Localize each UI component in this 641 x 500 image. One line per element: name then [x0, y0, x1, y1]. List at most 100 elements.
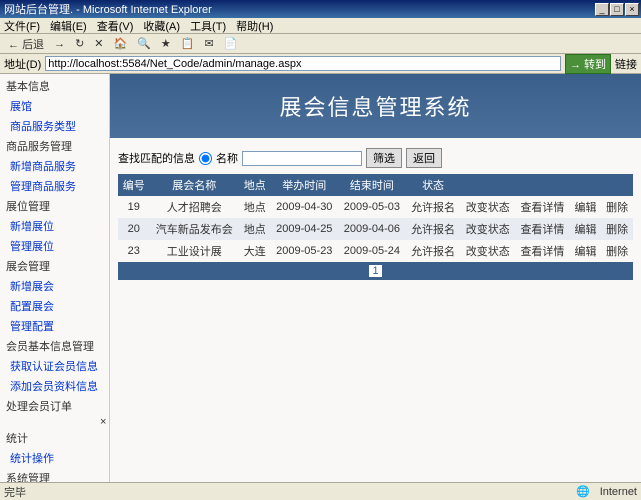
table-header: 举办时间: [271, 174, 339, 196]
sidebar-group[interactable]: 展位管理: [0, 196, 109, 216]
filter-label: 查找匹配的信息: [118, 150, 195, 166]
table-cell-end[interactable]: 2009-05-24: [338, 240, 406, 262]
table-row: 20汽车新品发布会地点2009-04-252009-04-06允许报名改变状态查…: [118, 218, 633, 240]
table-header: 结束时间: [338, 174, 406, 196]
table-cell-id: 20: [118, 218, 150, 240]
sidebar-link[interactable]: 获取认证会员信息: [0, 356, 109, 376]
table-cell-start[interactable]: 2009-04-25: [271, 218, 339, 240]
sidebar-link[interactable]: 展馆: [0, 96, 109, 116]
sidebar-link[interactable]: 添加会员资料信息: [0, 376, 109, 396]
table-cell-name: 人才招聘会: [150, 196, 239, 218]
table-header: 编号: [118, 174, 150, 196]
mail-icon[interactable]: ✉: [200, 36, 217, 51]
main-panel: 展会信息管理系统 查找匹配的信息 名称 筛选 返回 编号展会名称地点举办时间结束…: [110, 74, 641, 482]
content-area: 基本信息展馆商品服务类型商品服务管理新增商品服务管理商品服务展位管理新增展位管理…: [0, 74, 641, 482]
menu-file[interactable]: 文件(F): [4, 18, 40, 34]
sidebar-link[interactable]: 统计操作: [0, 448, 109, 468]
table-header: [515, 174, 570, 196]
zone-label: Internet: [600, 486, 637, 498]
forward-button[interactable]: →: [50, 37, 69, 51]
table-action-a2[interactable]: 改变状态: [460, 240, 515, 262]
table-cell-end[interactable]: 2009-05-03: [338, 196, 406, 218]
table-header: [460, 174, 515, 196]
status-bar: 完毕 🌐 Internet: [0, 482, 641, 500]
window-controls: _ □ ×: [595, 3, 639, 16]
table-header-row: 编号展会名称地点举办时间结束时间状态: [118, 174, 633, 196]
sidebar-link[interactable]: 管理商品服务: [0, 176, 109, 196]
table-row: 23工业设计展大连2009-05-232009-05-24允许报名改变状态查看详…: [118, 240, 633, 262]
close-button[interactable]: ×: [625, 3, 639, 16]
table-cell-start[interactable]: 2009-04-30: [271, 196, 339, 218]
favorites-icon[interactable]: ★: [157, 36, 175, 51]
toolbar: ← 后退 → ↻ ✕ 🏠 🔍 ★ 📋 ✉ 📄: [0, 34, 641, 54]
table-cell-id: 19: [118, 196, 150, 218]
table-action-a3[interactable]: 查看详情: [515, 240, 570, 262]
table-header: [570, 174, 602, 196]
sidebar-close-icon[interactable]: ×: [0, 416, 110, 428]
sidebar-group[interactable]: 展会管理: [0, 256, 109, 276]
sidebar-link[interactable]: 新增展位: [0, 216, 109, 236]
minimize-button[interactable]: _: [595, 3, 609, 16]
menu-favorites[interactable]: 收藏(A): [143, 18, 180, 34]
table-action-a5[interactable]: 删除: [601, 218, 633, 240]
table-header: [601, 174, 633, 196]
data-table: 编号展会名称地点举办时间结束时间状态 19人才招聘会地点2009-04-3020…: [118, 174, 633, 280]
table-pager: 1: [118, 262, 633, 280]
table-action-a4[interactable]: 编辑: [570, 240, 602, 262]
table-action-a3[interactable]: 查看详情: [515, 218, 570, 240]
sidebar-group[interactable]: 处理会员订单: [0, 396, 109, 416]
back-button[interactable]: ← 后退: [4, 35, 48, 53]
sidebar-group[interactable]: 统计: [0, 428, 109, 448]
sidebar-link[interactable]: 商品服务类型: [0, 116, 109, 136]
table-cell-name: 汽车新品发布会: [150, 218, 239, 240]
table-action-a3[interactable]: 查看详情: [515, 196, 570, 218]
maximize-button[interactable]: □: [610, 3, 624, 16]
sidebar-link[interactable]: 配置展会: [0, 296, 109, 316]
links-label[interactable]: 链接: [615, 56, 637, 72]
refresh-icon[interactable]: ↻: [71, 36, 88, 51]
menu-help[interactable]: 帮助(H): [236, 18, 273, 34]
status-text: 完毕: [4, 484, 566, 500]
table-action-a4[interactable]: 编辑: [570, 218, 602, 240]
return-button[interactable]: 返回: [406, 148, 442, 168]
sidebar: 基本信息展馆商品服务类型商品服务管理新增商品服务管理商品服务展位管理新增展位管理…: [0, 74, 110, 482]
menu-bar: 文件(F) 编辑(E) 查看(V) 收藏(A) 工具(T) 帮助(H): [0, 18, 641, 34]
sidebar-group[interactable]: 会员基本信息管理: [0, 336, 109, 356]
print-icon[interactable]: 📄: [220, 36, 242, 51]
address-input[interactable]: [45, 56, 561, 71]
sidebar-link[interactable]: 新增商品服务: [0, 156, 109, 176]
page-number[interactable]: 1: [369, 265, 381, 277]
table-action-a5[interactable]: 删除: [601, 196, 633, 218]
menu-tools[interactable]: 工具(T): [190, 18, 226, 34]
filter-button[interactable]: 筛选: [366, 148, 402, 168]
stop-icon[interactable]: ✕: [90, 36, 107, 51]
table-action-a1[interactable]: 允许报名: [406, 240, 461, 262]
filter-radio-name[interactable]: [199, 152, 212, 165]
filter-bar: 查找匹配的信息 名称 筛选 返回: [118, 148, 633, 168]
sidebar-link[interactable]: 新增展会: [0, 276, 109, 296]
table-cell-id: 23: [118, 240, 150, 262]
table-action-a2[interactable]: 改变状态: [460, 218, 515, 240]
sidebar-group[interactable]: 商品服务管理: [0, 136, 109, 156]
filter-input[interactable]: [242, 151, 362, 166]
main-body: 查找匹配的信息 名称 筛选 返回 编号展会名称地点举办时间结束时间状态 19人才…: [110, 138, 641, 290]
menu-view[interactable]: 查看(V): [97, 18, 134, 34]
table-action-a2[interactable]: 改变状态: [460, 196, 515, 218]
table-cell-end[interactable]: 2009-04-06: [338, 218, 406, 240]
table-action-a1[interactable]: 允许报名: [406, 218, 461, 240]
go-button[interactable]: → 转到: [565, 54, 611, 74]
menu-edit[interactable]: 编辑(E): [50, 18, 87, 34]
table-row: 19人才招聘会地点2009-04-302009-05-03允许报名改变状态查看详…: [118, 196, 633, 218]
history-icon[interactable]: 📋: [177, 36, 199, 51]
search-icon[interactable]: 🔍: [133, 36, 155, 51]
sidebar-link[interactable]: 管理配置: [0, 316, 109, 336]
home-icon[interactable]: 🏠: [110, 36, 132, 51]
table-cell-start[interactable]: 2009-05-23: [271, 240, 339, 262]
sidebar-group[interactable]: 基本信息: [0, 76, 109, 96]
sidebar-link[interactable]: 管理展位: [0, 236, 109, 256]
window-titlebar: 网站后台管理. - Microsoft Internet Explorer _ …: [0, 0, 641, 18]
sidebar-group[interactable]: 系统管理: [0, 468, 109, 482]
table-action-a5[interactable]: 删除: [601, 240, 633, 262]
table-action-a4[interactable]: 编辑: [570, 196, 602, 218]
table-action-a1[interactable]: 允许报名: [406, 196, 461, 218]
